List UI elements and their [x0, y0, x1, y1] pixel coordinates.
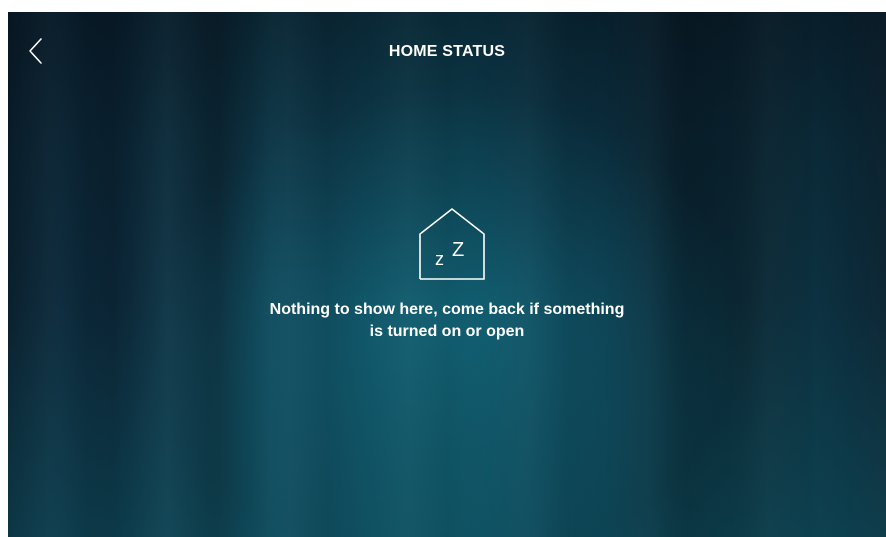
house-sleep-icon: z Z	[416, 207, 488, 283]
svg-text:Z: Z	[452, 239, 464, 261]
screen-background: HOME STATUS z Z Nothing to show here, co…	[8, 12, 886, 537]
svg-text:z: z	[435, 249, 444, 269]
empty-state-message: Nothing to show here, come back if somet…	[8, 299, 886, 343]
page-title: HOME STATUS	[388, 43, 506, 60]
empty-state-message-line-1: Nothing to show here, come back if somet…	[269, 301, 625, 318]
empty-state-message-line-2: is turned on or open	[369, 323, 525, 340]
